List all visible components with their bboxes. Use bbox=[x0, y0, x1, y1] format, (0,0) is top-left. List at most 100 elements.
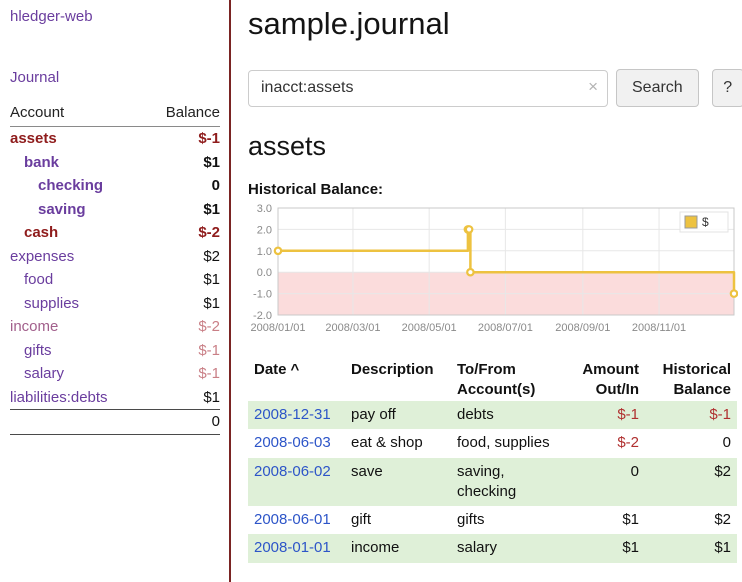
account-balance: $2 bbox=[145, 245, 220, 269]
main-content: sample.journal × Search ? assets Histori… bbox=[231, 0, 742, 582]
transaction-date-link[interactable]: 2008-06-03 bbox=[254, 434, 331, 451]
account-link-food[interactable]: food bbox=[24, 271, 53, 288]
column-amount: Amount Out/In bbox=[570, 358, 645, 401]
account-heading: assets bbox=[248, 131, 742, 162]
account-balance: $1 bbox=[145, 198, 220, 222]
transaction-row: 2008-01-01incomesalary$1$1 bbox=[248, 534, 737, 562]
transaction-description: save bbox=[345, 458, 451, 507]
app: hledger-web Journal Account Balance asse… bbox=[0, 0, 742, 582]
search-button[interactable]: Search bbox=[616, 69, 699, 107]
column-date-label: Date bbox=[254, 361, 287, 378]
account-balance: $-2 bbox=[145, 221, 220, 245]
transaction-balance: $2 bbox=[645, 458, 737, 507]
transaction-description: eat & shop bbox=[345, 429, 451, 457]
account-balance: 0 bbox=[145, 174, 220, 198]
accounts-total-row: 0 bbox=[10, 410, 220, 435]
transaction-amount: $1 bbox=[570, 534, 645, 562]
transaction-balance: $2 bbox=[645, 506, 737, 534]
transaction-date-cell: 2008-06-03 bbox=[248, 429, 345, 457]
transaction-date-cell: 2008-06-02 bbox=[248, 458, 345, 507]
account-balance: $1 bbox=[145, 268, 220, 292]
register-body: 2008-12-31pay offdebts$-1$-12008-06-03ea… bbox=[248, 401, 737, 563]
transaction-accounts: saving, checking bbox=[451, 458, 570, 507]
clear-search-icon[interactable]: × bbox=[588, 78, 598, 95]
x-tick-label: 2008/03/01 bbox=[325, 322, 380, 334]
transaction-amount: $-1 bbox=[570, 401, 645, 429]
y-tick-label: -2.0 bbox=[253, 310, 272, 322]
accounts-total-spacer bbox=[10, 410, 145, 435]
x-tick-label: 2008/11/01 bbox=[632, 322, 686, 334]
search-input[interactable] bbox=[248, 70, 608, 107]
transaction-balance: 0 bbox=[645, 429, 737, 457]
register-table: Date^ Description To/From Account(s) Amo… bbox=[248, 358, 737, 563]
transaction-date-cell: 2008-12-31 bbox=[248, 401, 345, 429]
account-balance: $-1 bbox=[145, 339, 220, 363]
account-link-salary[interactable]: salary bbox=[24, 365, 64, 382]
search-form: × Search ? bbox=[248, 69, 742, 107]
account-balance: $1 bbox=[145, 292, 220, 316]
column-date[interactable]: Date^ bbox=[248, 358, 345, 401]
account-link-liabilities-debts[interactable]: liabilities:debts bbox=[10, 389, 108, 406]
account-row: saving $1 bbox=[10, 198, 220, 222]
transaction-date-link[interactable]: 2008-06-01 bbox=[254, 511, 331, 528]
transaction-row: 2008-06-03eat & shopfood, supplies$-20 bbox=[248, 429, 737, 457]
account-link-checking[interactable]: checking bbox=[38, 177, 103, 194]
transaction-date-link[interactable]: 2008-01-01 bbox=[254, 539, 331, 556]
transaction-accounts: salary bbox=[451, 534, 570, 562]
account-row: gifts $-1 bbox=[10, 339, 220, 363]
chart-title: Historical Balance: bbox=[248, 181, 742, 198]
transaction-row: 2008-06-01giftgifts$1$2 bbox=[248, 506, 737, 534]
data-point bbox=[466, 226, 472, 232]
x-tick-label: 2008/07/01 bbox=[478, 322, 533, 334]
help-button[interactable]: ? bbox=[712, 69, 742, 107]
transaction-row: 2008-12-31pay offdebts$-1$-1 bbox=[248, 401, 737, 429]
account-link-cash[interactable]: cash bbox=[24, 224, 58, 241]
balance-chart: 3.02.01.00.0-1.0-2.02008/01/012008/03/01… bbox=[248, 203, 738, 345]
page-title: sample.journal bbox=[248, 6, 742, 42]
transaction-accounts: debts bbox=[451, 401, 570, 429]
account-balance: $1 bbox=[145, 386, 220, 410]
sidebar-item-journal[interactable]: Journal bbox=[10, 69, 220, 86]
account-balance: $1 bbox=[145, 151, 220, 175]
transaction-amount: $1 bbox=[570, 506, 645, 534]
account-link-saving[interactable]: saving bbox=[38, 201, 86, 218]
transaction-date-cell: 2008-01-01 bbox=[248, 534, 345, 562]
account-balance: $-1 bbox=[145, 127, 220, 151]
transaction-row: 2008-06-02savesaving, checking0$2 bbox=[248, 458, 737, 507]
account-row: cash $-2 bbox=[10, 221, 220, 245]
column-description: Description bbox=[345, 358, 451, 401]
account-row: checking 0 bbox=[10, 174, 220, 198]
data-point bbox=[731, 290, 737, 296]
transaction-date-link[interactable]: 2008-06-02 bbox=[254, 463, 331, 480]
account-row: expenses $2 bbox=[10, 245, 220, 269]
app-title-link[interactable]: hledger-web bbox=[10, 8, 220, 25]
y-tick-label: 3.0 bbox=[257, 203, 272, 215]
account-link-bank[interactable]: bank bbox=[24, 154, 59, 171]
data-point bbox=[275, 248, 281, 254]
column-balance: Historical Balance bbox=[645, 358, 737, 401]
y-tick-label: 0.0 bbox=[257, 267, 272, 279]
account-link-assets[interactable]: assets bbox=[10, 130, 57, 147]
legend-label: $ bbox=[702, 215, 709, 229]
account-link-gifts[interactable]: gifts bbox=[24, 342, 52, 359]
sidebar: hledger-web Journal Account Balance asse… bbox=[0, 0, 231, 582]
transaction-date-link[interactable]: 2008-12-31 bbox=[254, 406, 331, 423]
account-link-expenses[interactable]: expenses bbox=[10, 248, 74, 265]
x-tick-label: 2008/09/01 bbox=[555, 322, 610, 334]
account-row: salary $-1 bbox=[10, 362, 220, 386]
account-link-supplies[interactable]: supplies bbox=[24, 295, 79, 312]
transaction-description: pay off bbox=[345, 401, 451, 429]
transaction-date-cell: 2008-06-01 bbox=[248, 506, 345, 534]
search-box: × bbox=[248, 70, 608, 107]
transaction-accounts: gifts bbox=[451, 506, 570, 534]
accounts-table: Account Balance assets$-1bank$1checking0… bbox=[10, 102, 220, 435]
y-tick-label: 2.0 bbox=[257, 224, 272, 236]
account-balance: $-1 bbox=[145, 362, 220, 386]
account-link-income[interactable]: income bbox=[10, 318, 58, 335]
accounts-total-value: 0 bbox=[145, 410, 220, 435]
transaction-accounts: food, supplies bbox=[451, 429, 570, 457]
column-accounts: To/From Account(s) bbox=[451, 358, 570, 401]
accounts-body: assets$-1bank$1checking0saving$1cash$-2e… bbox=[10, 127, 220, 410]
accounts-header-account: Account bbox=[10, 102, 145, 127]
register-header-row: Date^ Description To/From Account(s) Amo… bbox=[248, 358, 737, 401]
